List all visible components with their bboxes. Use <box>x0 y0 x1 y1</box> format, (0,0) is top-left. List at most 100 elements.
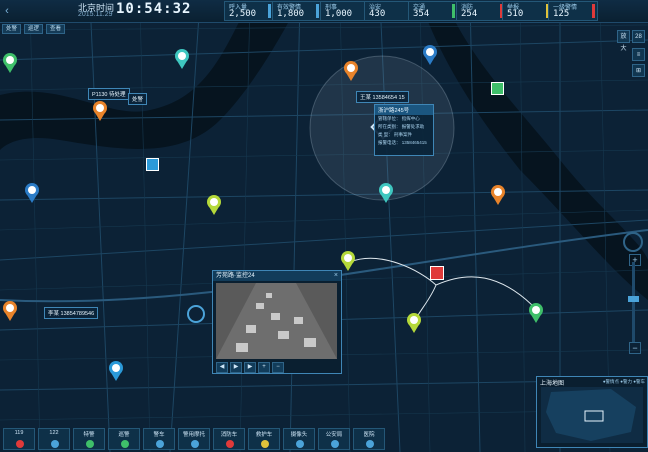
stat-criminal[interactable]: 刑事 1,000 <box>320 1 370 21</box>
stat-bar <box>452 4 455 18</box>
zoom-in-button[interactable]: + <box>258 362 270 373</box>
officer-pin-icon[interactable] <box>2 52 18 74</box>
stat-valid[interactable]: 有效警情 1,800 <box>272 1 322 21</box>
legend-ambulance-button[interactable]: 救护车 <box>248 428 280 450</box>
officer-pin-icon[interactable] <box>174 48 190 70</box>
zoom-handle[interactable] <box>628 296 639 302</box>
officer-pin-icon[interactable] <box>24 182 40 204</box>
clock-time: 10:54:32 <box>116 1 192 17</box>
legend-motorcycle-button[interactable]: 警用摩托 <box>178 428 210 450</box>
stat-value: 125 <box>553 9 570 19</box>
police-status: 待处理 <box>109 92 126 98</box>
police-id: P1130 <box>92 92 108 98</box>
camera-marker-icon[interactable] <box>146 158 159 171</box>
legend-icon <box>121 440 129 448</box>
legend-122-button[interactable]: 122 <box>38 428 70 450</box>
stat-value: 1,800 <box>277 9 305 19</box>
legend-patrol-button[interactable]: 巡警 <box>108 428 140 450</box>
officer-pin-icon[interactable] <box>340 250 356 272</box>
legend-icon <box>51 440 59 448</box>
next-button[interactable]: ▶ <box>244 362 256 373</box>
play-button[interactable]: ▶ <box>230 362 242 373</box>
minimap-canvas[interactable] <box>541 387 643 443</box>
officer-pin-icon[interactable] <box>422 44 438 66</box>
filter-dispatch[interactable]: 处警 <box>2 24 22 34</box>
minimap-title: 上海地图 <box>540 381 565 387</box>
legend-police-station-button[interactable]: 公安局 <box>318 428 350 450</box>
close-icon[interactable]: × <box>334 271 338 281</box>
legend-icon <box>296 440 304 448</box>
officer-pin-icon[interactable] <box>108 360 124 382</box>
caller-tag[interactable]: 王某 13584654 15 <box>356 91 409 103</box>
zoom-out-button[interactable]: − <box>629 342 641 354</box>
legend-icon <box>226 440 234 448</box>
clock-date: 2015.11.29 <box>78 11 113 18</box>
zoom-out-button[interactable]: − <box>272 362 284 373</box>
layer-filters: 处警 巡逻 查看 <box>2 24 66 34</box>
layers-icon[interactable]: ≡ <box>632 48 645 61</box>
incident-popup[interactable]: 浙沪路245号 管辖单位： 指挥中心 所在类别： 报警处求助 类 型： 刑事案件… <box>374 104 434 156</box>
stat-value: 430 <box>369 9 386 19</box>
legend-icon <box>86 440 94 448</box>
vehicle-marker-icon[interactable] <box>491 82 504 95</box>
legend-label: 警用摩托 <box>182 432 205 438</box>
stat-report[interactable]: 举报 510 <box>502 1 552 21</box>
stat-value: 2,500 <box>229 9 257 19</box>
legend-label: 救护车 <box>255 432 273 438</box>
legend-hospital-button[interactable]: 医院 <box>353 428 385 450</box>
stat-value: 254 <box>461 9 478 19</box>
officer-pin-icon[interactable] <box>2 300 18 322</box>
incident-marker-icon[interactable] <box>430 266 444 280</box>
legend-label: 公安局 <box>325 432 343 438</box>
prev-button[interactable]: ◀ <box>216 362 228 373</box>
stat-level-one[interactable]: 一级警情 125 <box>548 1 598 21</box>
legend-label: 摄像头 <box>290 432 308 438</box>
popup-row: 管辖单位： 指挥中心 <box>378 116 420 121</box>
dispatch-tag[interactable]: 处警 <box>128 93 148 105</box>
stat-bar <box>316 4 319 18</box>
legend-camera-button[interactable]: 摄像头 <box>283 428 315 450</box>
legend-fire-truck-button[interactable]: 消防车 <box>213 428 245 450</box>
officer-pin-icon[interactable] <box>206 194 222 216</box>
legend-label: 医院 <box>363 432 375 438</box>
officer-pin-icon[interactable] <box>528 302 544 324</box>
filter-view[interactable]: 查看 <box>46 24 66 34</box>
menu-chevron-icon[interactable]: ‹ <box>0 2 14 20</box>
filter-patrol[interactable]: 巡逻 <box>24 24 44 34</box>
camera-video-window[interactable]: 芳苑路·监控24 × ◀ ▶ ▶ + − <box>212 270 342 374</box>
caller2-tag[interactable]: 李某 13854789546 <box>44 307 99 319</box>
stat-value: 510 <box>507 9 524 19</box>
stat-value: 354 <box>413 9 430 19</box>
camera-target-icon[interactable] <box>187 305 205 323</box>
overview-minimap[interactable]: 上海地图 ●警情点 ●警力 ●警车 <box>536 376 648 448</box>
ruler-icon[interactable]: ⊞ <box>632 64 645 77</box>
police-pin-icon[interactable] <box>92 100 108 122</box>
officer-pin-icon[interactable] <box>343 60 359 82</box>
zoom-in-button[interactable]: + <box>629 254 641 266</box>
legend-119-button[interactable]: 119 <box>3 428 35 450</box>
stat-bar <box>268 4 271 18</box>
popup-row: 类 型： 刑事案件 <box>378 132 412 137</box>
zoom-control: + − <box>623 232 643 354</box>
legend-label: 122 <box>49 430 59 436</box>
stat-public-order[interactable]: 治安 430 <box>364 1 414 21</box>
officer-pin-icon[interactable] <box>490 184 506 206</box>
stat-fire[interactable]: 消防 254 <box>456 1 506 21</box>
stat-value: 1,000 <box>325 9 353 19</box>
count-button[interactable]: 28 <box>632 30 645 43</box>
pan-icon[interactable] <box>623 232 643 252</box>
officer-pin-icon[interactable] <box>406 312 422 334</box>
zoom-track[interactable] <box>632 262 635 342</box>
legend-icon <box>331 440 339 448</box>
officer-pin-icon[interactable] <box>378 182 394 204</box>
top-bar: ‹ 北京时间 2015.11.29 10:54:32 呼入量 2,500 有效警情… <box>0 0 648 23</box>
legend-icon <box>191 440 199 448</box>
legend-special-police-button[interactable]: 特警 <box>73 428 105 450</box>
minimap-legend: ●警情点 ●警力 ●警车 <box>602 379 645 384</box>
legend-police-car-button[interactable]: 警车 <box>143 428 175 450</box>
stat-traffic[interactable]: 交通 354 <box>408 1 458 21</box>
expand-button[interactable]: 放大 <box>617 30 630 52</box>
legend-icon <box>366 440 374 448</box>
police-tag[interactable]: P1130 待处理 <box>88 88 130 100</box>
stat-calls[interactable]: 呼入量 2,500 <box>224 1 274 21</box>
